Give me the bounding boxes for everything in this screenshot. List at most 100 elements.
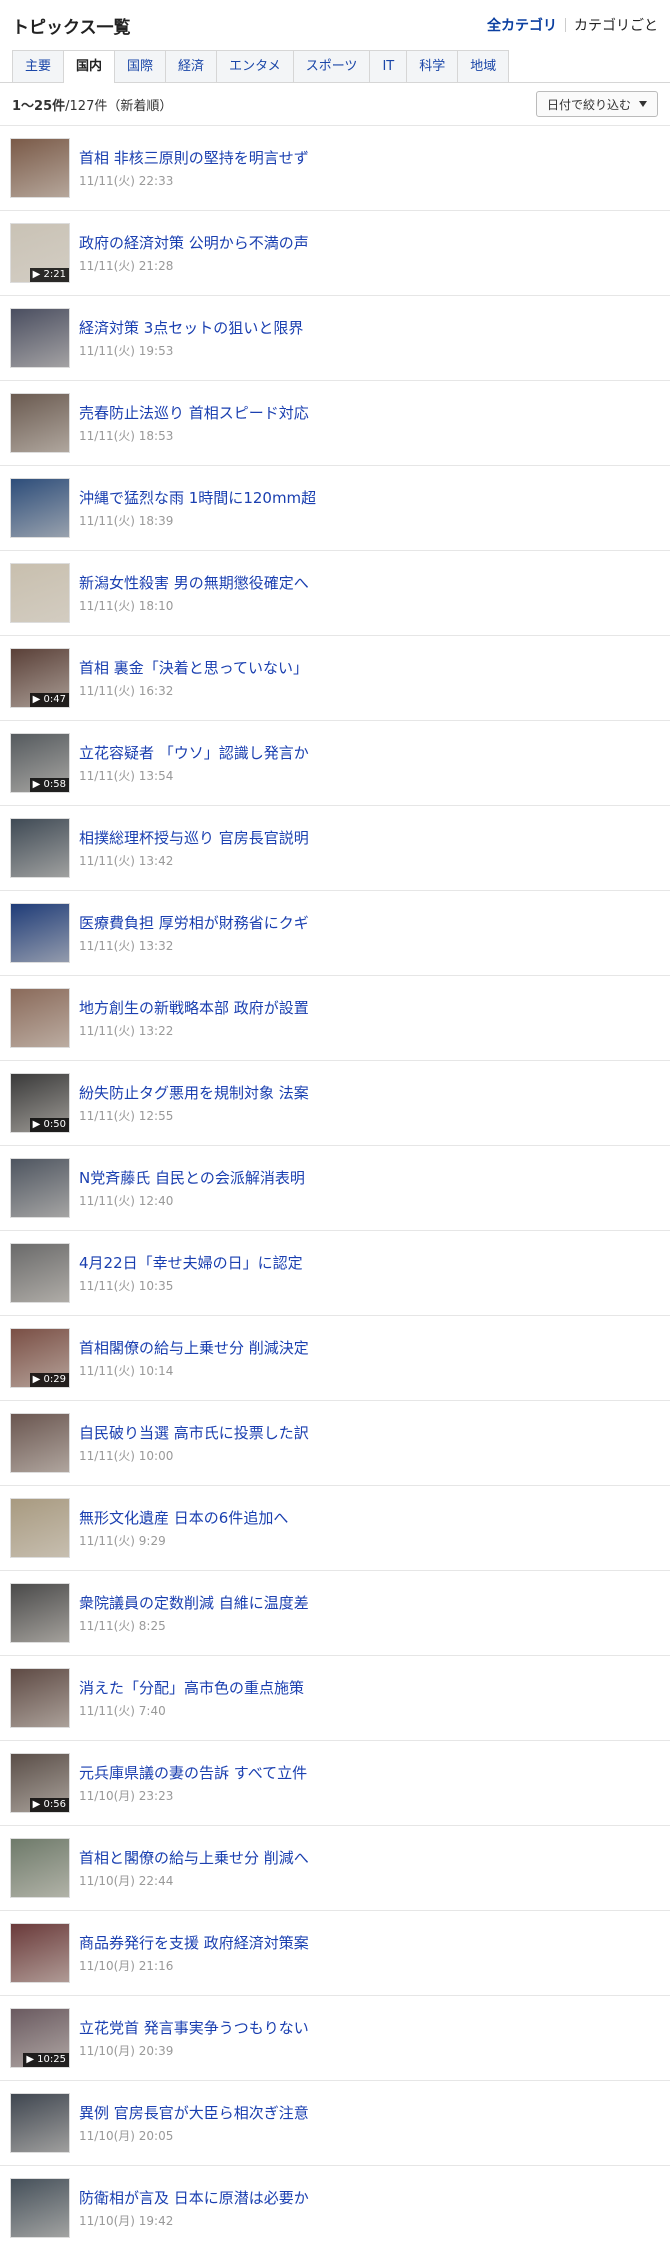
list-item[interactable]: N党斉藤氏 自民との会派解消表明 11/11(火) 12:40 xyxy=(0,1145,670,1230)
tab-entertainment[interactable]: エンタメ xyxy=(216,50,293,82)
tab-economy[interactable]: 経済 xyxy=(165,50,217,82)
thumbnail-fill xyxy=(11,479,69,537)
thumbnail-image xyxy=(10,138,70,198)
item-text: 相撲総理杯授与巡り 官房長官説明 11/11(火) 13:42 xyxy=(79,828,309,869)
date-filter-button[interactable]: 日付で絞り込む xyxy=(535,91,658,117)
list-item[interactable]: 首相 非核三原則の堅持を明言せず 11/11(火) 22:33 xyxy=(0,125,670,210)
thumbnail-image: ▶ 0:47 xyxy=(10,648,70,708)
list-item[interactable]: 首相と閣僚の給与上乗せ分 削減へ 11/10(月) 22:44 xyxy=(0,1825,670,1910)
list-item[interactable]: 異例 官房長官が大臣ら相次ぎ注意 11/10(月) 20:05 xyxy=(0,2080,670,2165)
topic-title-link[interactable]: 立花党首 発言事実争うつもりない xyxy=(79,2018,309,2038)
topic-timestamp: 11/11(火) 16:32 xyxy=(79,683,174,698)
topic-title-link[interactable]: 首相閣僚の給与上乗せ分 削減決定 xyxy=(79,1338,309,1358)
thumbnail-image xyxy=(10,393,70,453)
item-text: 新潟女性殺害 男の無期懲役確定へ 11/11(火) 18:10 xyxy=(79,573,309,614)
topic-title-link[interactable]: 新潟女性殺害 男の無期懲役確定へ xyxy=(79,573,309,593)
tab-it[interactable]: IT xyxy=(369,50,407,82)
list-item[interactable]: 商品券発行を支援 政府経済対策案 11/10(月) 21:16 xyxy=(0,1910,670,1995)
topic-title-link[interactable]: 政府の経済対策 公明から不満の声 xyxy=(79,233,309,253)
topic-title-link[interactable]: 異例 官房長官が大臣ら相次ぎ注意 xyxy=(79,2103,309,2123)
thumbnail-image xyxy=(10,478,70,538)
topic-title-link[interactable]: 元兵庫県議の妻の告訴 すべて立件 xyxy=(79,1763,307,1783)
topic-title-link[interactable]: 相撲総理杯授与巡り 官房長官説明 xyxy=(79,828,309,848)
result-count: 1〜25件/127件（新着順） xyxy=(12,95,172,114)
list-item[interactable]: ▶ 0:50 紛失防止タグ悪用を規制対象 法案 11/11(火) 12:55 xyxy=(0,1060,670,1145)
topics-page: トピックス一覧 全カテゴリ カテゴリごと 主要 国内 国際 経済 エンタメ スポ… xyxy=(0,0,670,2250)
thumbnail-image xyxy=(10,1583,70,1643)
thumbnail-fill xyxy=(11,309,69,367)
item-text: 首相閣僚の給与上乗せ分 削減決定 11/11(火) 10:14 xyxy=(79,1338,309,1379)
list-item[interactable]: 沖縄で猛烈な雨 1時間に120mm超 11/11(火) 18:39 xyxy=(0,465,670,550)
thumbnail-fill xyxy=(11,1584,69,1642)
topic-title-link[interactable]: 衆院議員の定数削減 自維に温度差 xyxy=(79,1593,309,1613)
topic-timestamp: 11/11(火) 13:54 xyxy=(79,768,174,783)
list-item[interactable]: 売春防止法巡り 首相スピード対応 11/11(火) 18:53 xyxy=(0,380,670,465)
topic-title-link[interactable]: 首相 裏金「決着と思っていない」 xyxy=(79,658,308,678)
topic-timestamp: 11/11(火) 22:33 xyxy=(79,173,174,188)
list-item[interactable]: ▶ 2:21 政府の経済対策 公明から不満の声 11/11(火) 21:28 xyxy=(0,210,670,295)
thumbnail-fill xyxy=(11,819,69,877)
list-item[interactable]: ▶ 0:47 首相 裏金「決着と思っていない」 11/11(火) 16:32 xyxy=(0,635,670,720)
thumbnail-image xyxy=(10,2178,70,2238)
list-item[interactable]: ▶ 0:58 立花容疑者 「ウソ」認識し発言か 11/11(火) 13:54 xyxy=(0,720,670,805)
video-duration-badge: ▶ 0:47 xyxy=(29,693,69,707)
list-item[interactable]: 地方創生の新戦略本部 政府が設置 11/11(火) 13:22 xyxy=(0,975,670,1060)
by-category-link[interactable]: カテゴリごと xyxy=(574,15,658,35)
chevron-down-icon xyxy=(639,101,647,107)
tab-domestic[interactable]: 国内 xyxy=(63,50,115,83)
topic-timestamp: 11/10(月) 23:23 xyxy=(79,1788,174,1803)
topic-title-link[interactable]: 沖縄で猛烈な雨 1時間に120mm超 xyxy=(79,488,316,508)
thumbnail-fill xyxy=(11,1924,69,1982)
topic-title-link[interactable]: 地方創生の新戦略本部 政府が設置 xyxy=(79,998,309,1018)
topic-title-link[interactable]: 4月22日「幸せ夫婦の日」に認定 xyxy=(79,1253,303,1273)
list-item[interactable]: 相撲総理杯授与巡り 官房長官説明 11/11(火) 13:42 xyxy=(0,805,670,890)
thumbnail-image xyxy=(10,818,70,878)
topic-title-link[interactable]: 自民破り当選 高市氏に投票した訳 xyxy=(79,1423,309,1443)
thumbnail-image xyxy=(10,563,70,623)
topic-timestamp: 11/11(火) 13:42 xyxy=(79,853,174,868)
list-item[interactable]: 防衛相が言及 日本に原潜は必要か 11/10(月) 19:42 xyxy=(0,2165,670,2250)
topic-title-link[interactable]: 首相 非核三原則の堅持を明言せず xyxy=(79,148,309,168)
topic-timestamp: 11/11(火) 12:40 xyxy=(79,1193,174,1208)
topic-title-link[interactable]: N党斉藤氏 自民との会派解消表明 xyxy=(79,1168,305,1188)
list-item[interactable]: 経済対策 3点セットの狙いと限界 11/11(火) 19:53 xyxy=(0,295,670,380)
thumbnail-fill xyxy=(11,1159,69,1217)
tab-science[interactable]: 科学 xyxy=(406,50,458,82)
list-item[interactable]: ▶ 0:56 元兵庫県議の妻の告訴 すべて立件 11/10(月) 23:23 xyxy=(0,1740,670,1825)
topic-title-link[interactable]: 売春防止法巡り 首相スピード対応 xyxy=(79,403,309,423)
list-item[interactable]: ▶ 10:25 立花党首 発言事実争うつもりない 11/10(月) 20:39 xyxy=(0,1995,670,2080)
list-item[interactable]: 4月22日「幸せ夫婦の日」に認定 11/11(火) 10:35 xyxy=(0,1230,670,1315)
topic-list: 首相 非核三原則の堅持を明言せず 11/11(火) 22:33 ▶ 2:21 政府の経… xyxy=(0,125,670,2250)
tab-world[interactable]: 国際 xyxy=(114,50,166,82)
topic-title-link[interactable]: 消えた「分配」高市色の重点施策 xyxy=(79,1678,304,1698)
thumbnail-image: ▶ 0:56 xyxy=(10,1753,70,1813)
topic-title-link[interactable]: 医療費負担 厚労相が財務省にクギ xyxy=(79,913,309,933)
thumbnail-image: ▶ 0:50 xyxy=(10,1073,70,1133)
thumbnail-fill xyxy=(11,1499,69,1557)
list-item[interactable]: 衆院議員の定数削減 自維に温度差 11/11(火) 8:25 xyxy=(0,1570,670,1655)
list-item[interactable]: 医療費負担 厚労相が財務省にクギ 11/11(火) 13:32 xyxy=(0,890,670,975)
topic-title-link[interactable]: 経済対策 3点セットの狙いと限界 xyxy=(79,318,303,338)
topic-title-link[interactable]: 紛失防止タグ悪用を規制対象 法案 xyxy=(79,1083,309,1103)
list-item[interactable]: ▶ 0:29 首相閣僚の給与上乗せ分 削減決定 11/11(火) 10:14 xyxy=(0,1315,670,1400)
topic-title-link[interactable]: 無形文化遺産 日本の6件追加へ xyxy=(79,1508,288,1528)
result-range: 1〜25件 xyxy=(12,98,66,114)
tab-main[interactable]: 主要 xyxy=(12,50,64,82)
topic-title-link[interactable]: 立花容疑者 「ウソ」認識し発言か xyxy=(79,743,309,763)
topic-timestamp: 11/11(火) 10:14 xyxy=(79,1363,174,1378)
topic-title-link[interactable]: 首相と閣僚の給与上乗せ分 削減へ xyxy=(79,1848,309,1868)
all-category-link[interactable]: 全カテゴリ xyxy=(487,15,557,35)
topic-title-link[interactable]: 商品券発行を支援 政府経済対策案 xyxy=(79,1933,309,1953)
divider xyxy=(565,18,566,32)
list-item[interactable]: 消えた「分配」高市色の重点施策 11/11(火) 7:40 xyxy=(0,1655,670,1740)
topic-title-link[interactable]: 防衛相が言及 日本に原潜は必要か xyxy=(79,2188,309,2208)
thumbnail-image xyxy=(10,1498,70,1558)
tab-sports[interactable]: スポーツ xyxy=(292,50,370,82)
category-switch: 全カテゴリ カテゴリごと xyxy=(487,15,658,35)
item-text: 首相 裏金「決着と思っていない」 11/11(火) 16:32 xyxy=(79,658,308,699)
list-item[interactable]: 新潟女性殺害 男の無期懲役確定へ 11/11(火) 18:10 xyxy=(0,550,670,635)
video-duration-badge: ▶ 0:29 xyxy=(29,1373,69,1387)
list-item[interactable]: 自民破り当選 高市氏に投票した訳 11/11(火) 10:00 xyxy=(0,1400,670,1485)
tab-local[interactable]: 地域 xyxy=(457,50,510,82)
list-item[interactable]: 無形文化遺産 日本の6件追加へ 11/11(火) 9:29 xyxy=(0,1485,670,1570)
